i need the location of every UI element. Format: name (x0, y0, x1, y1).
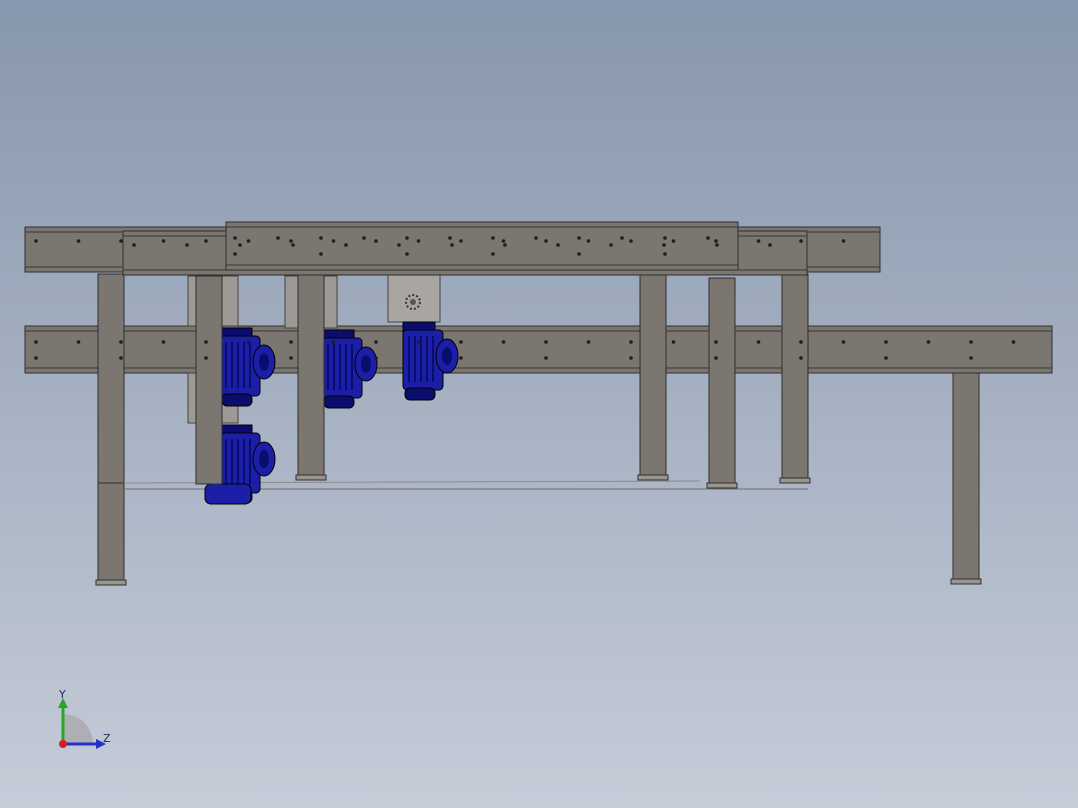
cad-model-view[interactable] (0, 0, 1078, 808)
support-leg[interactable] (706, 277, 738, 489)
graphics-viewport[interactable]: Y Z (0, 0, 1078, 808)
support-leg[interactable] (779, 273, 811, 484)
conveyor-beam-lower[interactable] (24, 325, 1053, 374)
gear-motor-base[interactable] (204, 483, 252, 505)
support-leg[interactable] (95, 273, 127, 586)
support-leg[interactable] (295, 271, 327, 481)
support-leg[interactable] (950, 372, 982, 585)
coordinate-triad: Y Z (50, 686, 120, 756)
support-leg[interactable] (637, 271, 669, 481)
support-leg[interactable] (195, 275, 223, 485)
triad-z-label: Z (103, 732, 111, 745)
triad-y-label: Y (59, 688, 66, 701)
conveyor-beam-upper-front[interactable] (225, 221, 739, 271)
